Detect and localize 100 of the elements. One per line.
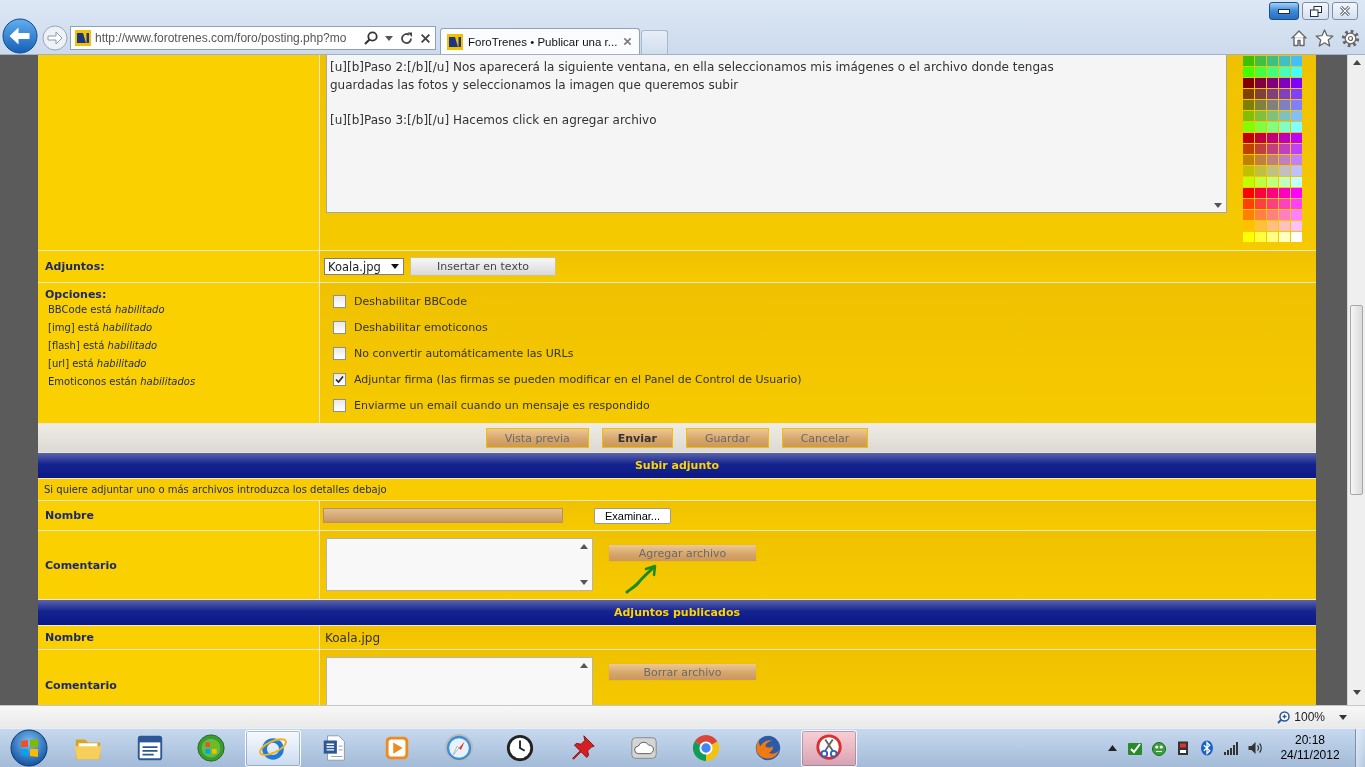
swatch-icon[interactable]	[1243, 221, 1254, 231]
swatch-icon[interactable]	[1255, 177, 1266, 187]
swatch-icon[interactable]	[1279, 122, 1290, 132]
bluetooth-icon[interactable]	[1199, 740, 1215, 756]
comment-field[interactable]	[326, 657, 593, 705]
swatch-icon[interactable]	[1291, 122, 1302, 132]
star-icon[interactable]	[1315, 29, 1334, 47]
home-icon[interactable]	[1290, 29, 1308, 47]
show-desktop-button[interactable]	[1355, 729, 1365, 767]
swatch-icon[interactable]	[1291, 144, 1302, 154]
swatch-icon[interactable]	[1267, 155, 1278, 165]
swatch-icon[interactable]	[1243, 100, 1254, 110]
scroll-up-icon[interactable]	[580, 663, 588, 668]
checkbox-label[interactable]: Adjuntar firma (las firmas se pueden modificar en el Panel de Control de Usuario)	[354, 372, 802, 386]
swatch-icon[interactable]	[1291, 155, 1302, 165]
caret-up-icon[interactable]	[1108, 745, 1117, 751]
swatch-icon[interactable]	[1243, 122, 1254, 132]
swatch-icon[interactable]	[1255, 133, 1266, 143]
action-button[interactable]: Enviar	[601, 428, 673, 448]
swatch-icon[interactable]	[1279, 232, 1290, 242]
swatch-icon[interactable]	[1255, 232, 1266, 242]
swatch-icon[interactable]	[1255, 155, 1266, 165]
swatch-icon[interactable]	[1291, 188, 1302, 198]
address-field[interactable]: http://www.forotrenes.com/foro/posting.php?mo	[70, 26, 436, 50]
taskbar-button[interactable]	[245, 729, 302, 767]
swatch-icon[interactable]	[1279, 78, 1290, 88]
checkbox-label[interactable]: Deshabilitar BBCode	[354, 294, 467, 308]
checkbox-label[interactable]: Enviarme un email cuando un mensaje es respondido	[354, 398, 650, 412]
swatch-icon[interactable]	[1267, 177, 1278, 187]
scrollbar-thumb[interactable]	[1350, 305, 1363, 495]
status-orb-icon[interactable]	[1151, 740, 1167, 756]
swatch-icon[interactable]	[1291, 89, 1302, 99]
file-path-field[interactable]	[323, 508, 563, 523]
swatch-icon[interactable]	[1279, 199, 1290, 209]
swatch-icon[interactable]	[1243, 78, 1254, 88]
swatch-icon[interactable]	[1291, 221, 1302, 231]
scroll-up-icon[interactable]	[1352, 60, 1361, 65]
new-tab-button[interactable]	[641, 30, 668, 54]
swatch-icon[interactable]	[1267, 56, 1278, 66]
swatch-icon[interactable]	[1279, 155, 1290, 165]
swatch-icon[interactable]	[1267, 232, 1278, 242]
swatch-icon[interactable]	[1255, 100, 1266, 110]
swatch-icon[interactable]	[1279, 166, 1290, 176]
swatch-icon[interactable]	[1255, 166, 1266, 176]
caret-icon[interactable]	[385, 35, 393, 41]
swatch-icon[interactable]	[1267, 210, 1278, 220]
swatch-icon[interactable]	[1243, 155, 1254, 165]
swatch-icon[interactable]	[1267, 122, 1278, 132]
close-icon[interactable]	[623, 37, 632, 46]
segmented-circle-icon[interactable]	[690, 733, 721, 763]
scroll-down-icon[interactable]	[580, 580, 588, 585]
swatch-icon[interactable]	[1279, 177, 1290, 187]
swatch-icon[interactable]	[1255, 111, 1266, 121]
insert-button[interactable]: Insertar en texto	[410, 257, 556, 276]
swatch-icon[interactable]	[1291, 210, 1302, 220]
zoom-button[interactable]: 100%	[1277, 710, 1347, 724]
swatch-icon[interactable]	[1243, 56, 1254, 66]
swatch-icon[interactable]	[1279, 89, 1290, 99]
swatch-icon[interactable]	[1243, 144, 1254, 154]
swatch-icon[interactable]	[1243, 188, 1254, 198]
swatch-icon[interactable]	[1267, 78, 1278, 88]
swatch-icon[interactable]	[1291, 56, 1302, 66]
file-select[interactable]: Koala.jpg	[324, 258, 404, 275]
close-button[interactable]	[1332, 2, 1358, 20]
restore-button[interactable]	[1302, 2, 1329, 20]
swatch-icon[interactable]	[1279, 210, 1290, 220]
speaker-icon[interactable]	[1247, 740, 1263, 756]
swatch-icon[interactable]	[1243, 199, 1254, 209]
swatch-icon[interactable]	[1267, 166, 1278, 176]
swatch-icon[interactable]	[1243, 111, 1254, 121]
compass-icon[interactable]	[443, 733, 474, 763]
search-icon[interactable]	[364, 31, 378, 45]
swatch-icon[interactable]	[1255, 210, 1266, 220]
swatch-icon[interactable]	[1279, 100, 1290, 110]
swatch-icon[interactable]	[1291, 232, 1302, 242]
swatch-icon[interactable]	[1243, 67, 1254, 77]
swatch-icon[interactable]	[1267, 199, 1278, 209]
checkbox-label[interactable]: Deshabilitar emoticonos	[354, 320, 488, 334]
swatch-icon[interactable]	[1279, 67, 1290, 77]
swatch-icon[interactable]	[1291, 133, 1302, 143]
scroll-down-icon[interactable]	[1213, 203, 1222, 208]
swatch-icon[interactable]	[1267, 144, 1278, 154]
swatch-icon[interactable]	[1255, 122, 1266, 132]
checkbox[interactable]	[333, 294, 346, 308]
swatch-icon[interactable]	[1291, 199, 1302, 209]
browser-tab[interactable]: ForoTrenes • Publicar una r...	[440, 28, 640, 54]
browse-button[interactable]: Examinar...	[594, 507, 671, 524]
swatch-icon[interactable]	[1267, 221, 1278, 231]
swatch-icon[interactable]	[1279, 221, 1290, 231]
taskbar-button[interactable]	[801, 729, 858, 767]
swatch-icon[interactable]	[1255, 199, 1266, 209]
swatch-icon[interactable]	[1291, 78, 1302, 88]
message-field[interactable]: [u][b]Paso 2:[/b][/u] Nos aparecerá la siguiente ventana, en ella seleccionamos mis imágenes o el archivo donde tengas guardadas las fotos y seleccionamos la imagen que queremos subir [u][b]Paso 3:[/b][/u] Hacemos click en agregar archivo	[326, 55, 1227, 213]
scroll-down-icon[interactable]	[1352, 690, 1361, 695]
swatch-icon[interactable]	[1291, 100, 1302, 110]
swatch-icon[interactable]	[1291, 67, 1302, 77]
swatch-icon[interactable]	[1255, 188, 1266, 198]
swatch-icon[interactable]	[1279, 188, 1290, 198]
settings-icon[interactable]	[1341, 28, 1360, 48]
swatch-icon[interactable]	[1279, 111, 1290, 121]
